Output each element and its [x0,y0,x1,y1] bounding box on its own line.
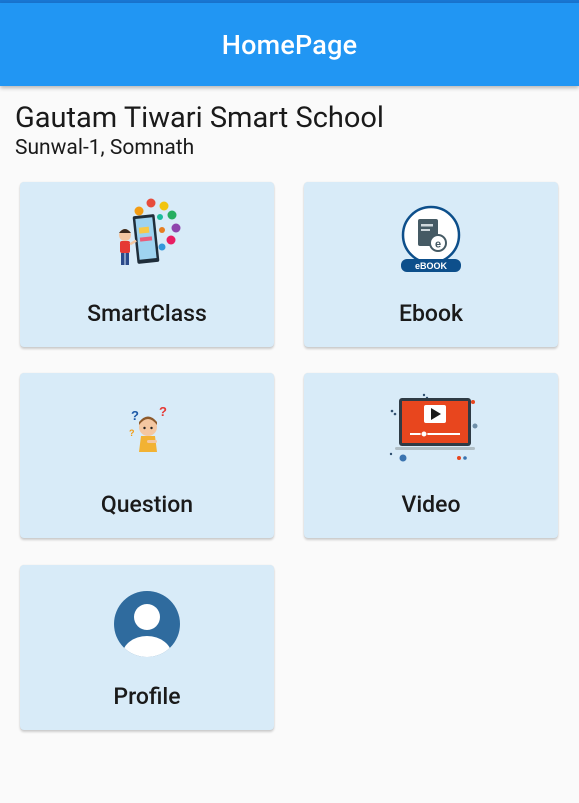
profile-icon [20,565,274,675]
question-label: Question [100,491,194,518]
question-card[interactable]: ? ? ? Question [20,373,274,538]
svg-text:e: e [435,239,441,251]
school-name: Gautam Tiwari Smart School [15,101,384,135]
ebook-label: Ebook [398,300,463,327]
svg-text:?: ? [131,408,139,423]
ebook-badge-text: eBOOK [415,261,448,271]
profile-label: Profile [113,683,181,710]
video-card[interactable]: Video [304,373,558,538]
video-icon [304,373,558,483]
profile-card[interactable]: Profile [20,565,274,730]
smartclass-card[interactable]: SmartClass [20,182,274,347]
app-bar: HomePage [0,3,579,86]
smartclass-icon [20,182,274,292]
app-bar-title: HomePage [221,28,358,61]
video-label: Video [401,491,461,518]
ebook-card[interactable]: e eBOOK Ebook [304,182,558,347]
ebook-icon: e eBOOK [304,182,558,292]
school-address: Sunwal-1, Somnath [15,136,195,160]
question-icon: ? ? ? [20,373,274,483]
smartclass-label: SmartClass [87,300,207,327]
svg-text:?: ? [159,404,167,419]
svg-text:?: ? [129,428,135,438]
